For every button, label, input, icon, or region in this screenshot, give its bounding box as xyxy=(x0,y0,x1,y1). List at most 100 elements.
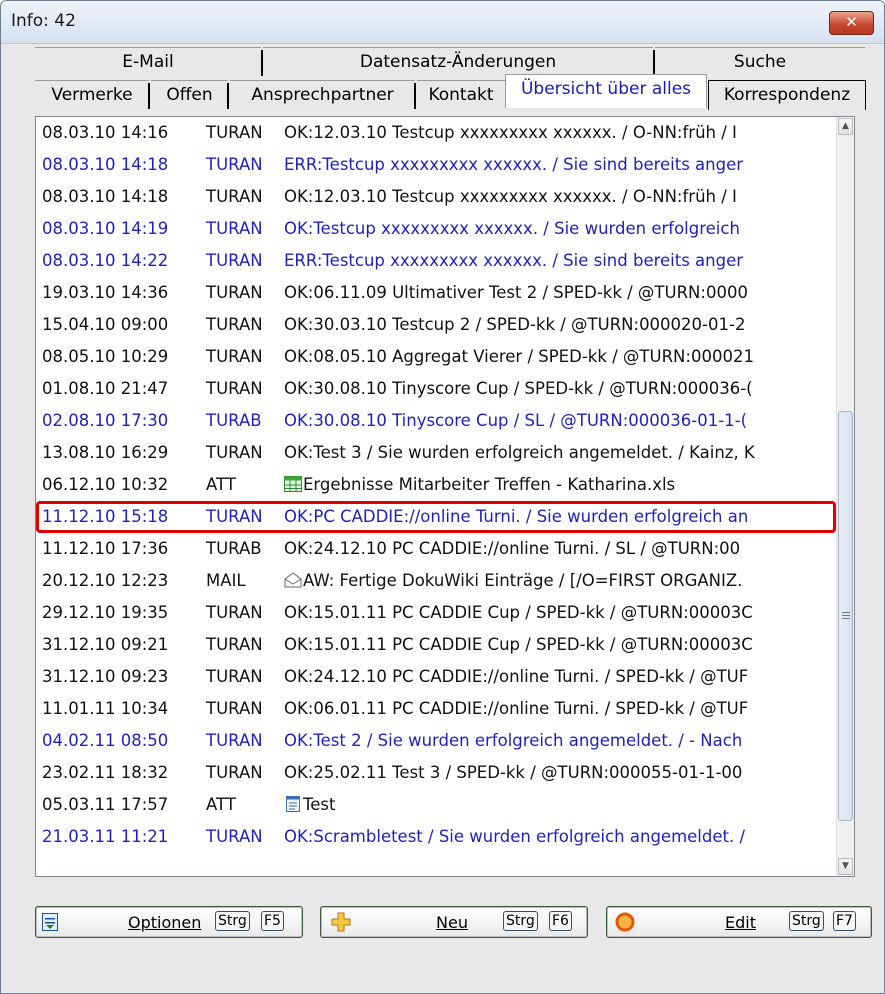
row-date: 19.03.10 14:36 xyxy=(42,283,169,302)
list-item[interactable]: 08.03.10 14:18 TURAN OK:12.03.10 Testcup x… xyxy=(36,181,836,213)
row-text: OK:Test 3 / Sie wurden erfolgreich angem… xyxy=(284,443,755,462)
list-item[interactable]: 13.08.10 16:29 TURAN OK:Test 3 / Sie wurde… xyxy=(36,437,836,469)
list-item[interactable]: 20.12.10 12:23 MAIL AW: Fertige DokuWiki E… xyxy=(36,565,836,597)
list-item[interactable]: 31.12.10 09:21 TURAN OK:15.01.11 PC CADDIE… xyxy=(36,629,836,661)
row-date: 29.12.10 19:35 xyxy=(42,603,169,622)
neu-shortcut-key: F6 xyxy=(549,911,572,931)
row-user: TURAN xyxy=(206,443,263,462)
row-text-cell: OK:15.01.11 PC CADDIE Cup / SPED-kk / @T… xyxy=(284,629,753,660)
optionen-shortcut-key: F5 xyxy=(261,911,284,931)
scroll-thumb[interactable] xyxy=(838,411,853,821)
grip-line xyxy=(842,615,850,616)
row-user: TURAB xyxy=(206,539,262,558)
row-text-cell: OK:15.01.11 PC CADDIE Cup / SPED-kk / @T… xyxy=(284,597,753,628)
row-date: 11.12.10 15:18 xyxy=(42,507,169,526)
row-text-cell: OK:25.02.11 Test 3 / SPED-kk / @TURN:000… xyxy=(284,757,742,788)
list-item[interactable]: 04.02.11 08:50 TURAN OK:Test 2 / Sie wurde… xyxy=(36,725,836,757)
row-text: OK:06.11.09 Ultimativer Test 2 / SPED-kk… xyxy=(284,283,748,302)
list-item-highlighted[interactable]: 11.12.10 15:18 TURAN OK:PC CADDIE://online… xyxy=(36,501,836,533)
row-user: TURAN xyxy=(206,187,263,206)
row-date: 05.03.11 17:57 xyxy=(42,795,169,814)
options-icon xyxy=(42,913,58,931)
list-item[interactable]: 08.03.10 14:16 TURAN OK:12.03.10 Testcup x… xyxy=(36,117,836,149)
row-text-cell: OK:Scrambletest / Sie wurden erfolgreich… xyxy=(284,821,745,852)
row-user: ATT xyxy=(206,795,236,814)
list-item[interactable]: 08.03.10 14:19 TURAN OK:Testcup xxxxxxxxx … xyxy=(36,213,836,245)
optionen-label: Optionen xyxy=(128,913,202,932)
row-date: 08.03.10 14:22 xyxy=(42,251,169,270)
row-user: TURAN xyxy=(206,123,263,142)
tab-uebersicht[interactable]: Übersicht über alles xyxy=(505,74,707,108)
scroll-down-button[interactable]: ▼ xyxy=(838,858,853,875)
list-item[interactable]: 23.02.11 18:32 TURAN OK:25.02.11 Test 3 / … xyxy=(36,757,836,789)
tab-kontakt[interactable]: Kontakt xyxy=(417,80,505,110)
row-user: TURAN xyxy=(206,251,263,270)
row-user: TURAN xyxy=(206,283,263,302)
list-item[interactable]: 11.12.10 17:36 TURAB OK:24.12.10 PC CADDIE… xyxy=(36,533,836,565)
row-date: 08.03.10 14:18 xyxy=(42,155,169,174)
row-user: TURAN xyxy=(206,219,263,238)
list-item[interactable]: 08.03.10 14:22 TURAN ERR:Testcup xxxxxxxxx… xyxy=(36,245,836,277)
vertical-scrollbar[interactable]: ▲ ▼ xyxy=(836,117,854,876)
tab-offen[interactable]: Offen xyxy=(151,80,229,110)
row-text: OK:30.08.10 Tinyscore Cup / SPED-kk / @T… xyxy=(284,379,753,398)
row-text: OK:15.01.11 PC CADDIE Cup / SPED-kk / @T… xyxy=(284,603,753,622)
list-item[interactable]: 05.03.11 17:57 ATT Test xyxy=(36,789,836,821)
edit-button[interactable]: Edit Strg F7 xyxy=(606,906,872,938)
row-user: TURAN xyxy=(206,731,263,750)
edit-label: Edit xyxy=(725,913,756,932)
list-item[interactable]: 31.12.10 09:23 TURAN OK:24.12.10 PC CADDIE… xyxy=(36,661,836,693)
scroll-up-button[interactable]: ▲ xyxy=(838,118,853,135)
neu-button[interactable]: Neu Strg F6 xyxy=(320,906,588,938)
tab-korrespondenz[interactable]: Korrespondenz xyxy=(708,80,866,110)
document-icon xyxy=(284,795,303,814)
edit-shortcut-key: F7 xyxy=(833,911,856,931)
tab-vermerke[interactable]: Vermerke xyxy=(35,80,150,110)
row-text-cell: ERR:Testcup xxxxxxxxx xxxxxx. / Sie sind… xyxy=(284,245,743,276)
tab-email[interactable]: E-Mail xyxy=(35,47,263,77)
row-text-cell: OK:08.05.10 Aggregat Vierer / SPED-kk / … xyxy=(284,341,754,372)
row-user: TURAN xyxy=(206,379,263,398)
list-item[interactable]: 29.12.10 19:35 TURAN OK:15.01.11 PC CADDIE… xyxy=(36,597,836,629)
row-text-cell: OK:30.08.10 Tinyscore Cup / SPED-kk / @T… xyxy=(284,373,753,404)
row-text: OK:08.05.10 Aggregat Vierer / SPED-kk / … xyxy=(284,347,754,366)
window-title: Info: 42 xyxy=(11,11,76,31)
optionen-button[interactable]: Optionen Strg F5 xyxy=(35,906,303,938)
row-text-cell: OK:24.12.10 PC CADDIE://online Turni. / … xyxy=(284,661,748,692)
row-user: ATT xyxy=(206,475,236,494)
list-item[interactable]: 08.05.10 10:29 TURAN OK:08.05.10 Aggregat … xyxy=(36,341,836,373)
row-text: OK:24.12.10 PC CADDIE://online Turni. / … xyxy=(284,667,749,686)
list-item[interactable]: 01.08.10 21:47 TURAN OK:30.08.10 Tinyscore… xyxy=(36,373,836,405)
neu-shortcut-mod: Strg xyxy=(503,911,538,931)
row-date: 23.02.11 18:32 xyxy=(42,763,169,782)
tab-ansprechpartner[interactable]: Ansprechpartner xyxy=(230,80,416,110)
row-text: OK:Testcup xxxxxxxxx xxxxxx. / Sie wurde… xyxy=(284,219,740,238)
row-text: OK:12.03.10 Testcup xxxxxxxxx xxxxxx. / … xyxy=(284,123,737,142)
row-user: TURAN xyxy=(206,635,263,654)
overview-list[interactable]: 08.03.10 14:16 TURAN OK:12.03.10 Testcup x… xyxy=(35,116,855,877)
list-item[interactable]: 11.01.11 10:34 TURAN OK:06.01.11 PC CADDIE… xyxy=(36,693,836,725)
row-text: OK:15.01.11 PC CADDIE Cup / SPED-kk / @T… xyxy=(284,635,753,654)
row-text: OK:30.08.10 Tinyscore Cup / SL / @TURN:0… xyxy=(284,411,748,430)
tab-ansprechpartner-label: Ansprechpartner xyxy=(251,85,394,105)
grip-line xyxy=(842,618,850,619)
tab-suche[interactable]: Suche xyxy=(655,47,865,77)
list-item[interactable]: 08.03.10 14:18 TURAN ERR:Testcup xxxxxxxxx… xyxy=(36,149,836,181)
edit-shortcut-mod: Strg xyxy=(789,911,824,931)
list-item[interactable]: 06.12.10 10:32 ATT Ergebnisse Mitarbeiter … xyxy=(36,469,836,501)
list-item[interactable]: 02.08.10 17:30 TURAB OK:30.08.10 Tinyscore… xyxy=(36,405,836,437)
tab-datensatz-aenderungen[interactable]: Datensatz-Änderungen xyxy=(263,47,655,77)
row-text: OK:06.01.11 PC CADDIE://online Turni. / … xyxy=(284,699,749,718)
row-text-cell: OK:30.08.10 Tinyscore Cup / SL / @TURN:0… xyxy=(284,405,747,436)
row-text-cell: OK:12.03.10 Testcup xxxxxxxxx xxxxxx. / … xyxy=(284,117,737,148)
close-button[interactable]: ✕ xyxy=(829,11,874,35)
list-item[interactable]: 15.04.10 09:00 TURAN OK:30.03.10 Testcup 2… xyxy=(36,309,836,341)
envelope-icon xyxy=(284,571,303,590)
spreadsheet-icon xyxy=(284,475,303,494)
row-date: 01.08.10 21:47 xyxy=(42,379,169,398)
row-date: 02.08.10 17:30 xyxy=(42,411,169,430)
list-item[interactable]: 19.03.10 14:36 TURAN OK:06.11.09 Ultimativ… xyxy=(36,277,836,309)
row-date: 08.05.10 10:29 xyxy=(42,347,169,366)
title-bar[interactable]: Info: 42 ✕ xyxy=(1,1,884,44)
list-item[interactable]: 21.03.11 11:21 TURAN OK:Scrambletest / Sie… xyxy=(36,821,836,853)
